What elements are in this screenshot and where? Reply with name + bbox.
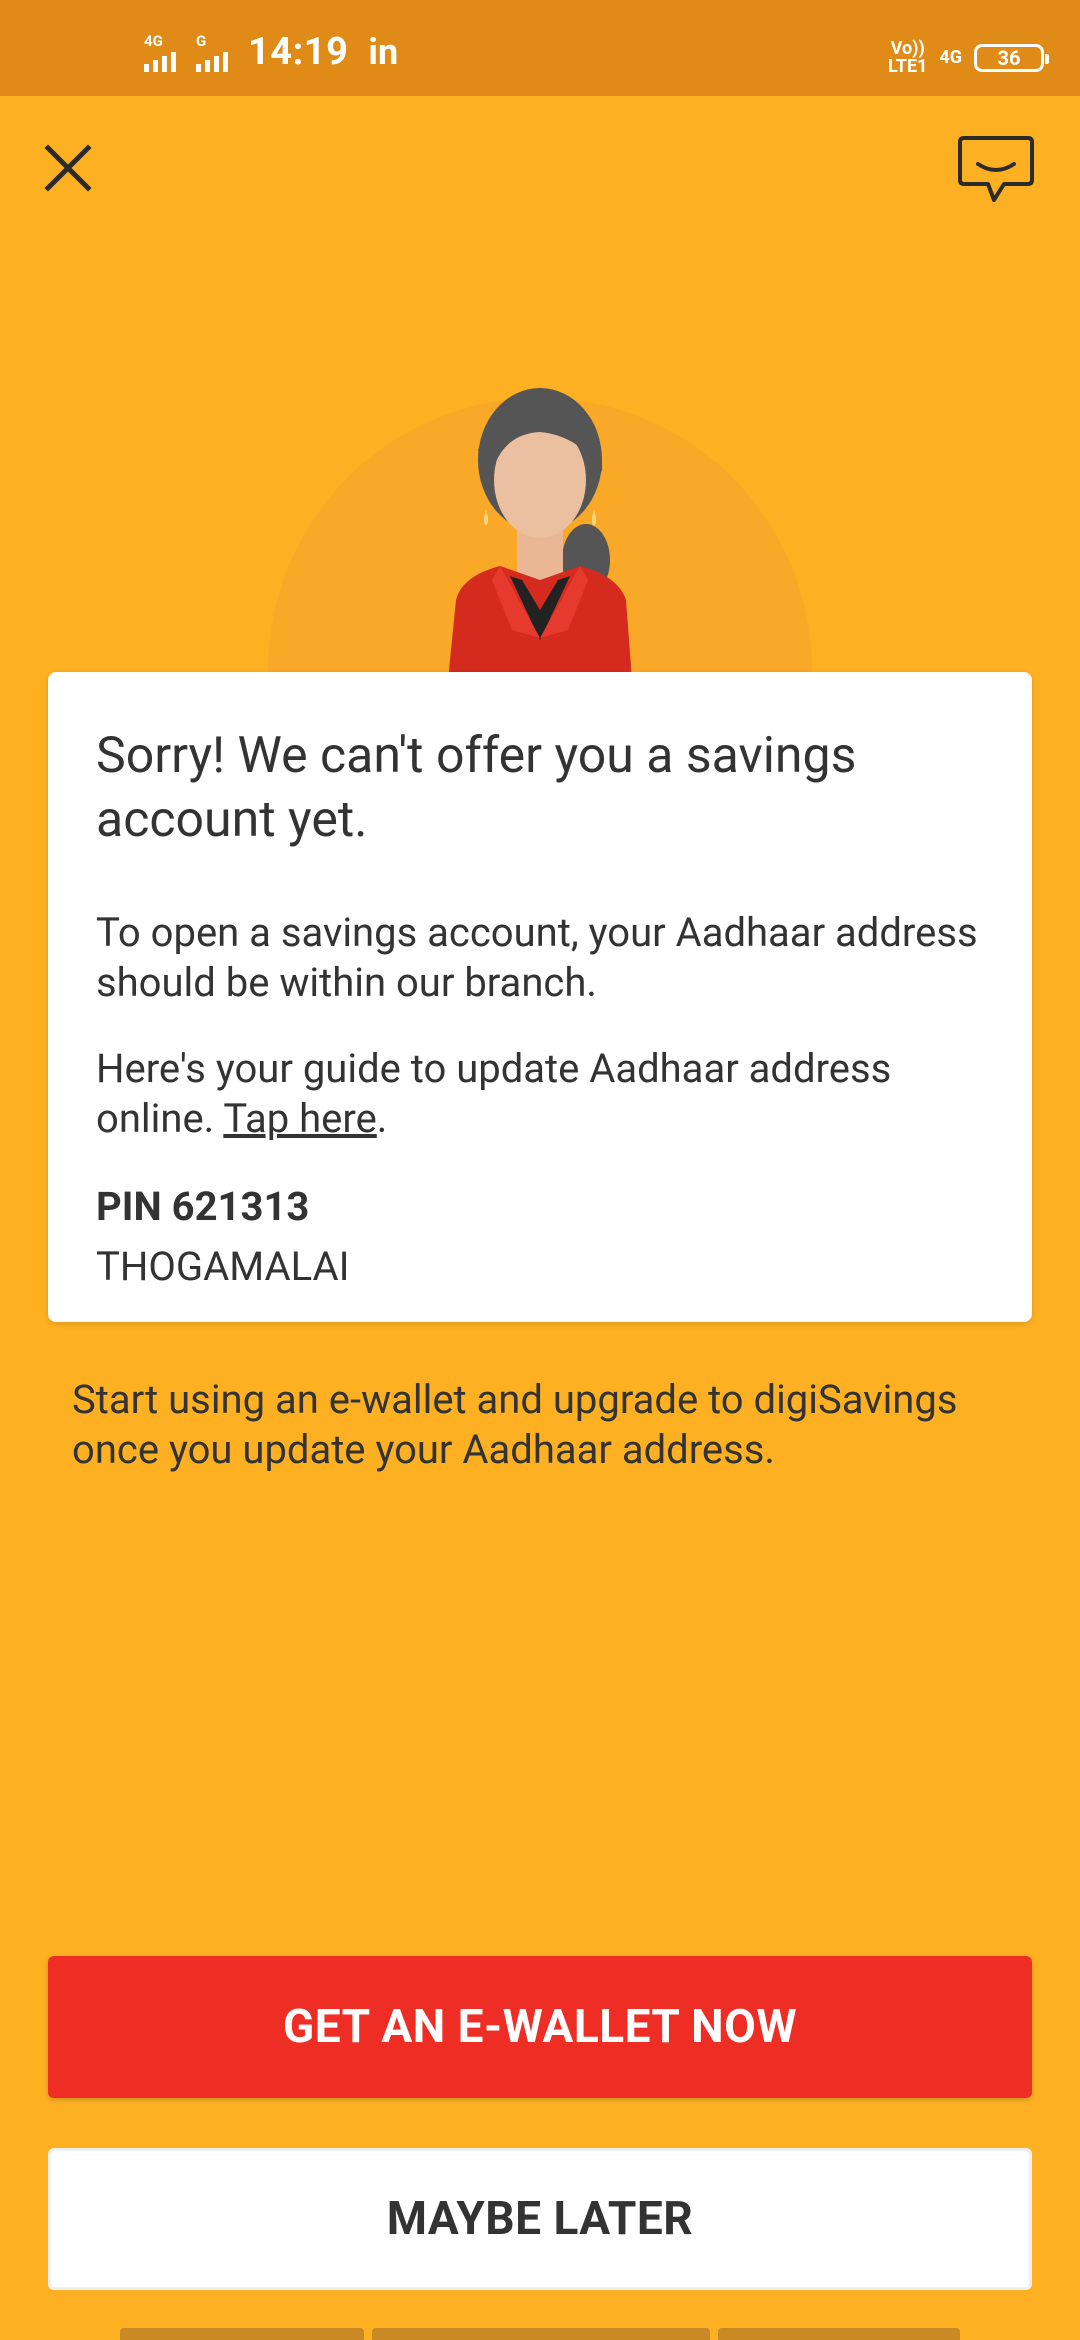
status-time: 14:19	[248, 30, 349, 74]
card-description: To open a savings account, your Aadhaar …	[96, 909, 978, 1006]
status-left: 4G G 14:19 in	[144, 30, 398, 74]
sim2-label: G	[196, 32, 207, 50]
sim1-label: 4G	[144, 32, 163, 50]
close-button[interactable]	[40, 140, 96, 196]
card-title: Sorry! We can't offer you a savings acco…	[96, 727, 857, 849]
city-name: THOGAMALAI	[96, 1243, 350, 1290]
battery-percent: 36	[997, 46, 1021, 70]
chat-button[interactable]	[956, 134, 1036, 208]
message-card: Sorry! We can't offer you a savings acco…	[48, 672, 1032, 1322]
linkedin-notification-icon: in	[368, 31, 399, 73]
tap-here-link[interactable]: Tap here	[223, 1095, 376, 1142]
nav-handle	[0, 2328, 1080, 2340]
battery-icon: 36	[974, 44, 1049, 72]
network-4g-label: 4G	[939, 47, 962, 68]
status-right: Vo)) LTE1 4G 36	[888, 36, 1049, 80]
pin-code: PIN 621313	[96, 1183, 310, 1230]
get-ewallet-button[interactable]: GET AN E-WALLET NOW	[48, 1956, 1032, 2098]
status-bar: 4G G 14:19 in Vo)) LTE1 4G 36	[0, 0, 1080, 96]
woman-illustration	[0, 380, 1080, 680]
guide-text-prefix: Here's your guide to update Aadhaar addr…	[96, 1045, 892, 1142]
card-guide-text: Here's your guide to update Aadhaar addr…	[96, 1044, 984, 1144]
close-icon	[44, 144, 92, 192]
sim2-signal-icon: G	[196, 34, 234, 74]
volte-icon: Vo)) LTE1	[888, 38, 928, 77]
sim1-signal-icon: 4G	[144, 34, 182, 74]
maybe-later-button[interactable]: MAYBE LATER	[48, 2148, 1032, 2290]
guide-text-suffix: .	[376, 1095, 388, 1142]
chat-icon	[958, 136, 1034, 202]
ewallet-info-text: Start using an e-wallet and upgrade to d…	[72, 1376, 958, 1473]
